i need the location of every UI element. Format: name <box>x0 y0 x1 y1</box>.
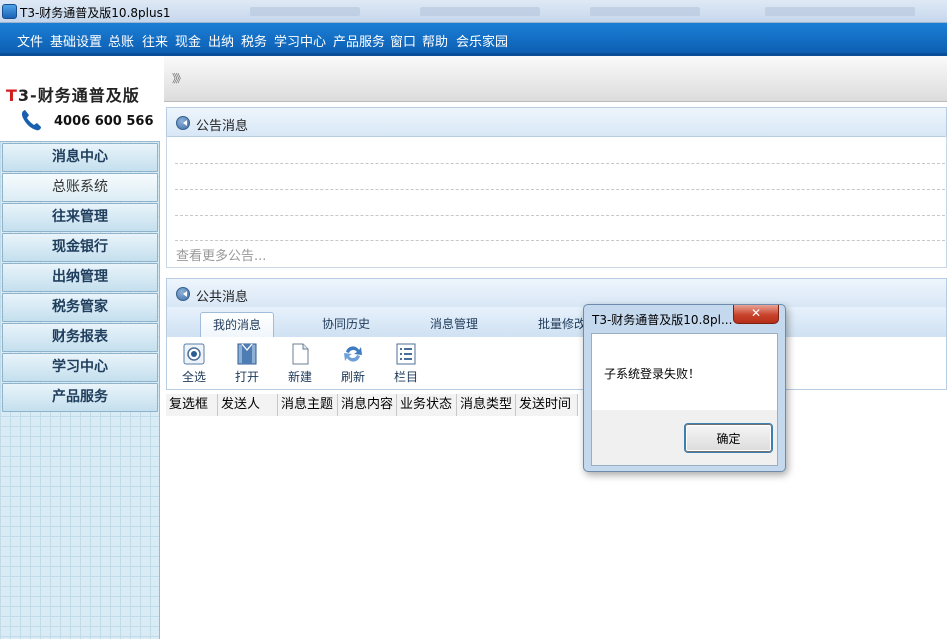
menu-accounts[interactable]: 往来 <box>142 31 168 50</box>
message-tabs: 我的消息 协同历史 消息管理 批量修改 <box>166 307 947 337</box>
column-header-sender[interactable]: 发送人 <box>218 394 278 416</box>
menu-product-service[interactable]: 产品服务 <box>333 31 385 50</box>
column-header-checkbox[interactable]: 复选框 <box>166 394 218 416</box>
menu-community[interactable]: 会乐家园 <box>456 31 508 50</box>
menu-basic-settings[interactable]: 基础设置 <box>50 31 102 50</box>
tab-message-management[interactable]: 消息管理 <box>417 312 491 337</box>
sidebar-item-general-ledger[interactable]: 总账系统 <box>2 173 158 202</box>
background-window-tab <box>590 7 700 16</box>
open-icon <box>237 343 257 365</box>
notice-panel-header[interactable]: 公告消息 <box>166 107 947 137</box>
sidebar: T3-财务通普及版 4006 600 566 消息中心 总账系统 往来管理 现金… <box>0 56 160 639</box>
column-header-send-time[interactable]: 发送时间 <box>516 394 578 416</box>
column-header-status[interactable]: 业务状态 <box>397 394 457 416</box>
columns-button[interactable]: 栏目 <box>386 342 426 386</box>
divider <box>175 215 945 216</box>
new-button[interactable]: 新建 <box>280 342 320 386</box>
menu-learning-center[interactable]: 学习中心 <box>274 31 326 50</box>
notice-panel-title: 公告消息 <box>196 119 249 134</box>
menu-bar: 文件 基础设置 总账 往来 现金 出纳 税务 学习中心 产品服务 窗口 帮助 会… <box>0 23 947 56</box>
divider <box>175 189 945 190</box>
window-titlebar: T3-财务通普及版10.8plus1 <box>0 0 947 23</box>
app-icon <box>2 4 17 19</box>
menu-file[interactable]: 文件 <box>17 31 43 50</box>
main-content: 》》 公告消息 查看更多公告... 公共消息 我的消息 协同历史 消息管理 批量… <box>164 56 947 639</box>
dialog-message: 子系统登录失败！ <box>604 367 701 381</box>
dialog-body: 子系统登录失败！ 确定 <box>591 333 778 466</box>
sidebar-item-learning[interactable]: 学习中心 <box>2 353 158 382</box>
message-table-body <box>166 416 947 639</box>
ok-button[interactable]: 确定 <box>685 424 772 452</box>
menu-help[interactable]: 帮助 <box>422 31 448 50</box>
columns-list-icon <box>396 343 416 365</box>
breadcrumb: 》》 <box>164 56 947 102</box>
menu-cash[interactable]: 现金 <box>175 31 201 50</box>
sidebar-item-reports[interactable]: 财务报表 <box>2 323 158 352</box>
select-all-button[interactable]: 全选 <box>174 342 214 386</box>
message-toolbar: 全选 打开 新建 刷新 栏目 <box>166 337 947 390</box>
expand-chevron-icon[interactable]: 》》 <box>172 70 186 86</box>
sidebar-item-products[interactable]: 产品服务 <box>2 383 158 412</box>
tab-my-messages[interactable]: 我的消息 <box>200 312 274 337</box>
refresh-button[interactable]: 刷新 <box>333 342 373 386</box>
notice-panel-body: 查看更多公告... <box>166 136 947 268</box>
support-phone: 4006 600 566 <box>54 114 154 129</box>
dialog-title: T3-财务通普及版10.8pl... <box>592 313 733 327</box>
menu-window[interactable]: 窗口 <box>390 31 416 50</box>
phone-icon <box>21 110 41 131</box>
menu-tax[interactable]: 税务 <box>241 31 267 50</box>
column-header-content[interactable]: 消息内容 <box>338 394 397 416</box>
collapse-icon[interactable] <box>176 287 190 301</box>
sidebar-item-tax[interactable]: 税务管家 <box>2 293 158 322</box>
sidebar-item-cash-bank[interactable]: 现金银行 <box>2 233 158 262</box>
select-all-icon <box>183 343 205 365</box>
collapse-icon[interactable] <box>176 116 190 130</box>
error-dialog: T3-财务通普及版10.8pl... ✕ 子系统登录失败！ 确定 <box>583 304 786 472</box>
sidebar-item-message-center[interactable]: 消息中心 <box>2 143 158 172</box>
refresh-icon <box>344 346 362 362</box>
brand-logo: T3-财务通普及版 <box>6 86 140 105</box>
dialog-close-button[interactable]: ✕ <box>733 305 779 324</box>
tab-collab-history[interactable]: 协同历史 <box>309 312 383 337</box>
sidebar-item-accounts[interactable]: 往来管理 <box>2 203 158 232</box>
divider <box>175 240 945 241</box>
menu-general-ledger[interactable]: 总账 <box>108 31 134 50</box>
sidebar-item-cashier[interactable]: 出纳管理 <box>2 263 158 292</box>
brand-box: T3-财务通普及版 4006 600 566 <box>0 56 160 142</box>
window-title: T3-财务通普及版10.8plus1 <box>20 6 171 20</box>
more-notices-link[interactable]: 查看更多公告... <box>176 245 266 264</box>
divider <box>175 163 945 164</box>
background-window-tab <box>420 7 540 16</box>
public-panel-header[interactable]: 公共消息 <box>166 278 947 308</box>
menu-cashier[interactable]: 出纳 <box>208 31 234 50</box>
new-document-icon <box>292 343 309 365</box>
public-panel-title: 公共消息 <box>196 290 249 305</box>
column-header-type[interactable]: 消息类型 <box>457 394 516 416</box>
dialog-message-area: 子系统登录失败！ <box>592 334 777 410</box>
background-window-tab <box>765 7 915 16</box>
open-button[interactable]: 打开 <box>227 342 267 386</box>
background-window-tab <box>250 7 360 16</box>
column-header-subject[interactable]: 消息主题 <box>278 394 338 416</box>
